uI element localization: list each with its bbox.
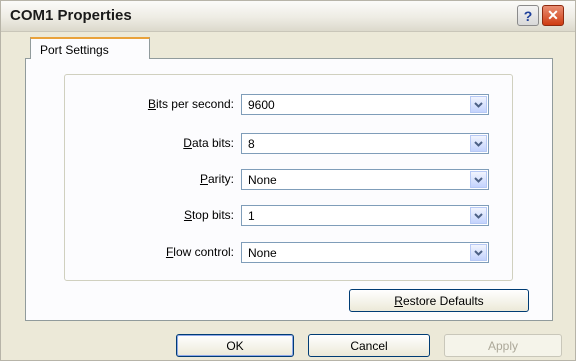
title-bar[interactable]: COM1 Properties ? ✕ [1,1,575,32]
restore-defaults-button[interactable]: Restore Defaults [349,289,529,312]
data-bits-label: Data bits: [183,136,234,150]
flow-control-value: None [248,246,277,260]
bits-per-second-label: Bits per second: [147,97,234,111]
cancel-button[interactable]: Cancel [308,334,430,357]
chevron-down-icon[interactable] [470,171,487,188]
close-icon: ✕ [547,7,559,23]
data-bits-value: 8 [248,137,255,151]
data-bits-select[interactable]: 8 [241,133,489,154]
apply-button[interactable]: Apply [444,334,562,357]
parity-label: Parity: [199,172,234,186]
help-icon: ? [523,7,533,24]
stop-bits-label: Stop bits: [183,208,234,222]
properties-window: COM1 Properties ? ✕ Port Settings Bits p… [0,0,576,361]
chevron-down-icon[interactable] [470,96,487,113]
ok-button[interactable]: OK [176,334,294,357]
stop-bits-value: 1 [248,209,255,223]
tab-label: Port Settings [40,43,109,57]
parity-value: None [248,173,277,187]
bits-per-second-value: 9600 [248,98,275,112]
bits-per-second-select[interactable]: 9600 [241,94,489,115]
parity-select[interactable]: None [241,169,489,190]
flow-control-label: Flow control: [165,245,234,259]
window-title: COM1 Properties [10,7,132,24]
chevron-down-icon[interactable] [470,244,487,261]
flow-control-select[interactable]: None [241,242,489,263]
close-button[interactable]: ✕ [542,5,564,26]
stop-bits-select[interactable]: 1 [241,205,489,226]
chevron-down-icon[interactable] [470,135,487,152]
chevron-down-icon[interactable] [470,207,487,224]
tab-port-settings[interactable]: Port Settings [30,37,150,59]
help-button[interactable]: ? [517,5,539,26]
